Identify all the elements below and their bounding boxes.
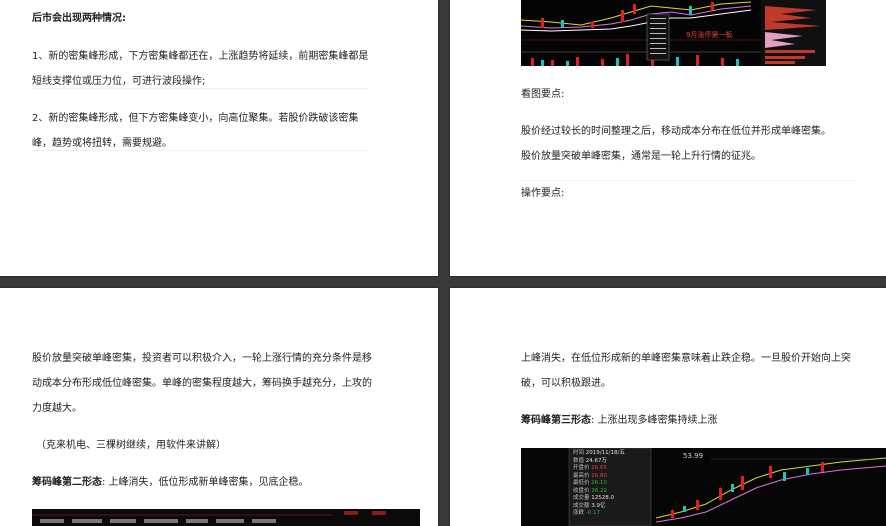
peak-vanish-paragraph: 上峰消失，在低位形成新的单峰密集意味着止跌企稳。一旦股价开始向上突破，可以积极跟… [521, 353, 851, 389]
info-value: 26.22 [591, 487, 608, 494]
info-value: 3.9亿 [591, 502, 606, 509]
form-2-label: 筹码峰第二形态 [32, 477, 102, 488]
divider [32, 88, 368, 89]
form-3-text: : 上涨出现多峰密集持续上涨 [591, 415, 718, 426]
document-page-1: 后市会出现两种情况: 1、新的密集峰形成，下方密集峰都还在，上涨趋势将延续，前期… [0, 0, 438, 276]
info-row: 成交额 3.9亿 [573, 503, 651, 511]
document-page-3: 股价放量突破单峰密集，投资者可以积极介入，一轮上涨行情的充分条件是移动成本分布形… [0, 288, 438, 526]
info-key: 收盘价 [573, 487, 590, 494]
operation-points-heading: 操作要点: [521, 188, 565, 199]
info-key: 开盘价 [573, 465, 590, 471]
form-3-line: 筹码峰第三形态: 上涨出现多峰密集持续上涨 [521, 408, 866, 433]
document-page-2: 9月涨停第一板 看图要点: 股价经过较长的时间整理之后，移动成本分布在低位并形成… [450, 0, 886, 276]
info-key: 数值 [573, 457, 585, 464]
form-2-text: : 上峰消失，低位形成新单峰密集，见底企稳。 [102, 477, 309, 488]
info-key: 最高价 [573, 472, 590, 479]
heading-two-cases: 后市会出现两种情况: [32, 13, 126, 24]
info-row: 收盘价 26.22 [573, 488, 651, 496]
info-value: -0.17 [585, 510, 600, 516]
info-value: 26.10 [591, 480, 608, 486]
info-key: 成交量 [573, 495, 590, 501]
info-row: 最高价 26.80 [573, 473, 651, 481]
document-page-4: 上峰消失，在低位形成新的单峰密集意味着止跌企稳。一旦股价开始向上突破，可以积极跟… [450, 288, 886, 526]
case-1-text: 1、新的密集峰形成，下方密集峰都还在，上涨趋势将延续，前期密集峰都是短线支撑位或… [32, 51, 369, 87]
chart-caption: 9月涨停第一板 [686, 31, 733, 39]
chart-image-partial [32, 509, 420, 526]
point-2-text: 股价放量突破单峰密集，通常是一轮上升行情的征兆。 [521, 151, 761, 162]
info-row: 时间 2019/11/18/五 [573, 450, 651, 458]
info-value: 26.65 [591, 465, 608, 471]
info-key: 时间 [573, 450, 585, 456]
chart-top-edge-graphic [32, 509, 420, 526]
chart-price-label: 53.99 [683, 452, 704, 460]
info-row: 开盘价 26.65 [573, 465, 651, 473]
chip-distribution-chart-image: 9月涨停第一板 [521, 0, 826, 66]
info-value: 2019/11/18/五 [585, 450, 625, 456]
see-points-heading: 看图要点: [521, 89, 565, 100]
stock-chart-image: 53.99 时间 2019/11/18/五 数值 24.67万 开盘价 26.6… [521, 448, 886, 526]
info-row: 最低价 26.10 [573, 480, 651, 488]
info-value: 26.80 [591, 472, 608, 479]
example-note: （克来机电、三棵树继续，用软件来讲解） [36, 440, 226, 451]
info-value: 12528.0 [591, 495, 615, 501]
point-1-text: 股价经过较长的时间整理之后，移动成本分布在低位并形成单峰密集。 [521, 126, 831, 137]
form-2-line: 筹码峰第二形态: 上峰消失，低位形成新单峰密集，见底企稳。 [32, 470, 422, 495]
breakout-paragraph: 股价放量突破单峰密集，投资者可以积极介入，一轮上涨行情的充分条件是移动成本分布形… [32, 353, 372, 414]
kline-chart-graphic [521, 0, 826, 66]
info-panel: 时间 2019/11/18/五 数值 24.67万 开盘价 26.65 最高价 … [573, 450, 651, 518]
info-key: 成交额 [573, 502, 590, 509]
info-row: 数值 24.67万 [573, 458, 651, 466]
info-row: 成交量 12528.0 [573, 495, 651, 503]
form-3-label: 筹码峰第三形态 [521, 415, 591, 426]
info-value: 24.67万 [585, 457, 608, 464]
divider [32, 150, 368, 151]
case-2-text: 2、新的密集峰形成，但下方密集峰变小，向高位聚集。若股价跌破该密集峰，趋势或将扭… [32, 113, 359, 149]
divider [521, 180, 856, 181]
info-row: 涨跌 -0.17 [573, 510, 651, 518]
info-key: 最低价 [573, 480, 590, 486]
info-key: 涨跌 [573, 510, 585, 516]
